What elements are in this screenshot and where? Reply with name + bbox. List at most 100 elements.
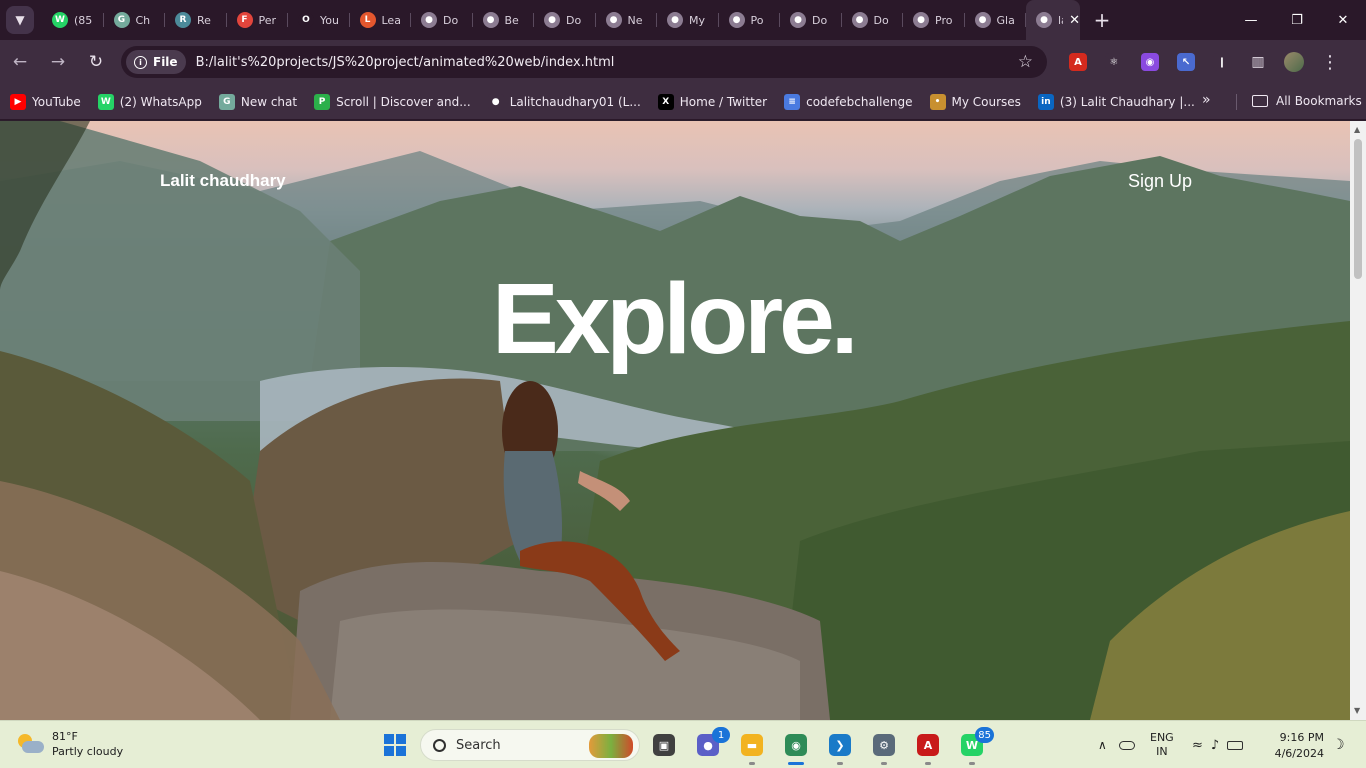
globe-icon: ● [851,12,868,28]
browser-tab[interactable]: G Ch [104,0,166,40]
browser-tab[interactable]: ● Pro [903,0,965,40]
browser-tab[interactable]: ● Do [842,0,904,40]
globe-icon: ● [667,12,683,28]
browser-tab[interactable]: L Lea [350,0,412,40]
cursor-extension-icon[interactable]: ↖ [1168,40,1204,84]
extension-glyph: ❙ [1213,53,1231,71]
page-scrollbar[interactable]: ▲ ▼ [1350,121,1366,720]
bookmark-item[interactable]: ● Lalitchaudhary01 (L... [487,93,641,110]
browser-tab[interactable]: R Re [165,0,227,40]
site-logo[interactable]: Lalit chaudhary [160,171,286,191]
browser-tab[interactable]: ● Be [473,0,535,40]
bookmark-star-icon[interactable]: ☆ [1018,52,1033,72]
tab-title: Do [812,13,828,27]
windows-logo-icon [384,734,394,744]
bookmark-label: Scroll | Discover and... [336,94,471,109]
react-devtools-icon[interactable]: ⚛ [1096,40,1132,84]
side-panel-icon[interactable]: ▥ [1240,40,1276,84]
network-volume-battery[interactable]: ≈ ♪ [1192,721,1244,768]
scroll-thumb[interactable] [1354,139,1362,279]
onedrive-cloud-icon[interactable] [1118,740,1135,750]
start-button[interactable] [384,734,406,756]
browser-tab[interactable]: ● Do [534,0,596,40]
extension-glyph: ↖ [1177,53,1195,71]
bookmark-label: YouTube [32,94,81,109]
leetcode-icon: L [359,12,376,28]
clock[interactable]: 9:16 PM 4/6/2024 [1262,730,1324,762]
bookmark-item[interactable]: in (3) Lalit Chaudhary |... [1037,93,1195,110]
site-info-chip[interactable]: i File [126,50,186,74]
taskbar-app[interactable]: ▣ [648,729,680,761]
pdf-extension-icon[interactable]: A [1060,40,1096,84]
browser-tab[interactable]: ● Gla [965,0,1027,40]
taskbar-app[interactable]: A [912,729,944,765]
browser-tab[interactable]: ● Do [411,0,473,40]
tab-title: Be [504,13,519,27]
scroll-down-arrow-icon[interactable]: ▼ [1354,706,1360,715]
browser-tab[interactable]: ● lali ✕ [1026,0,1080,40]
browser-tab[interactable]: ● Do [780,0,842,40]
taskbar-app[interactable]: ● 1 [692,727,730,761]
address-bar[interactable]: i File B:/lalit's%20projects/JS%20projec… [121,46,1047,78]
minimize-button[interactable]: — [1228,0,1274,40]
back-button[interactable]: ← [2,44,38,80]
browser-menu-icon[interactable]: ⋮ [1312,40,1348,84]
weather-widget[interactable]: 81°F Partly cloudy [16,729,123,759]
tab-title: Per [258,13,277,27]
running-indicator [969,762,975,765]
signup-link[interactable]: Sign Up [1128,171,1192,192]
bookmark-item[interactable]: W (2) WhatsApp [97,93,202,110]
taskbar-search-box[interactable]: Search [420,729,640,761]
notification-center-icon[interactable]: ☽ [1332,721,1345,768]
tab-title: Do [566,13,582,27]
notification-badge: 85 [975,727,994,743]
url-text[interactable]: B:/lalit's%20projects/JS%20project/anima… [196,55,615,70]
taskbar-app[interactable]: ❯ [824,729,856,765]
taskbar-app[interactable]: ▬ [736,729,768,765]
bookmark-item[interactable]: P Scroll | Discover and... [314,93,471,110]
tab-title: Do [873,13,889,27]
browser-tab[interactable]: ● My [657,0,719,40]
browser-tab[interactable]: W (85 [42,0,104,40]
globe-icon: ● [421,12,437,28]
language-code: ENG [1150,731,1174,744]
browser-tab[interactable]: ● Ne [596,0,658,40]
running-indicator [925,762,931,765]
vscode-icon: ❯ [829,734,851,756]
browser-tab[interactable]: O You [288,0,350,40]
puzzle-extensions-icon[interactable]: ❙ [1204,40,1240,84]
reload-button[interactable]: ↻ [78,44,114,80]
running-indicator [749,762,755,765]
taskbar-search-label: Search [456,737,501,753]
windows-taskbar: 81°F Partly cloudy Search ▣ ● 1 ▬ ◉ ❯ ⚙ A W 85 ∧ … [0,720,1366,768]
browser-tab[interactable]: ● Po [719,0,781,40]
bookmark-item[interactable]: • My Courses [929,93,1021,110]
bookmark-item[interactable]: X Home / Twitter [657,93,767,110]
all-bookmarks-button[interactable]: All Bookmarks [1252,94,1362,108]
bookmark-item[interactable]: ▶ YouTube [10,93,81,110]
show-hidden-icons-chevron-icon[interactable]: ∧ [1098,738,1107,752]
more-bookmarks-chevron-icon[interactable]: » [1202,92,1211,108]
new-tab-button[interactable]: + [1088,6,1116,34]
partly-cloudy-icon [16,732,44,756]
react-icon: R [175,12,191,28]
bookmark-item[interactable]: ≡ codefebchallenge [784,93,913,110]
taskbar-app[interactable]: W 85 [956,727,994,765]
taskbar-app[interactable]: ⚙ [868,729,900,765]
browser-tab[interactable]: F Per [227,0,289,40]
bookmark-label: My Courses [951,94,1021,109]
tab-search-button[interactable]: ▼ [6,6,34,34]
maximize-button[interactable]: ❐ [1274,0,1320,40]
volume-icon: ♪ [1210,737,1220,753]
running-indicator [881,762,887,765]
close-tab-icon[interactable]: ✕ [1069,13,1080,28]
profile-avatar[interactable] [1276,40,1312,84]
taskbar-app[interactable]: ◉ [780,729,812,765]
wifi-icon: ≈ [1192,737,1203,753]
language-indicator[interactable]: ENG IN [1150,721,1174,768]
close-window-button[interactable]: ✕ [1320,0,1366,40]
forward-button[interactable]: → [40,44,76,80]
bookmark-item[interactable]: G New chat [218,93,297,110]
ai-extension-icon[interactable]: ◉ [1132,40,1168,84]
scroll-up-arrow-icon[interactable]: ▲ [1354,125,1360,134]
